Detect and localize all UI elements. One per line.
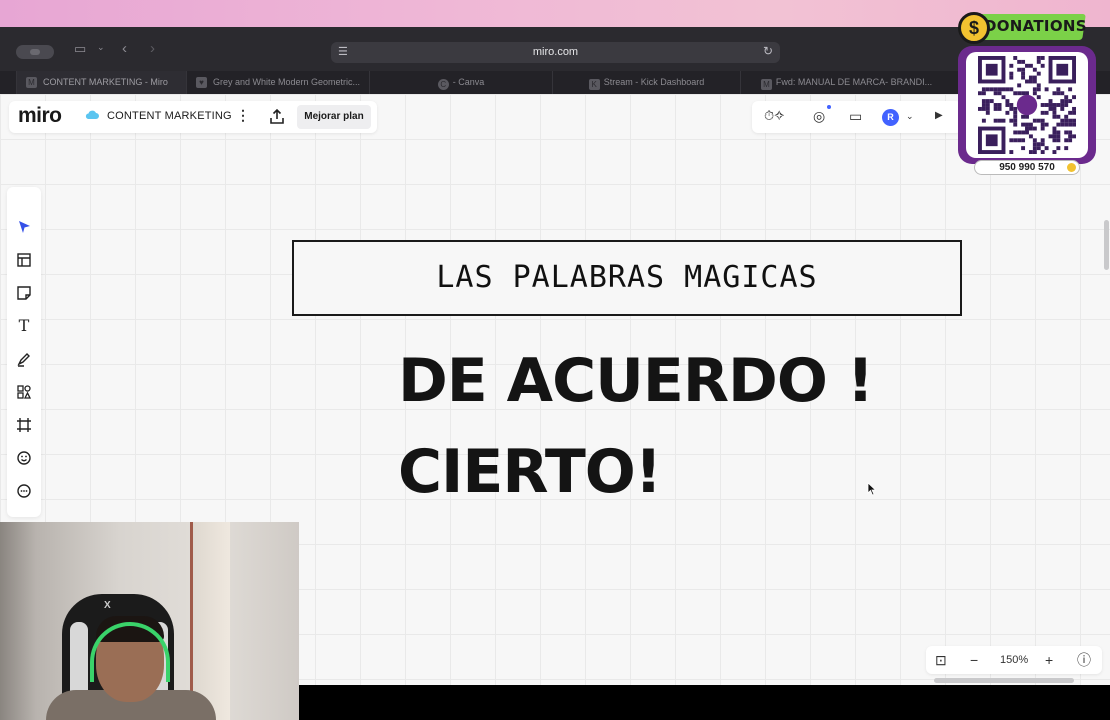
pen-tool[interactable] bbox=[7, 348, 41, 370]
qr-frame bbox=[958, 46, 1096, 164]
canva-favicon-icon: C bbox=[437, 79, 449, 90]
tab-label: Stream - Kick Dashboard bbox=[603, 77, 705, 87]
coin-dot-icon bbox=[1067, 163, 1076, 172]
qr-code bbox=[966, 52, 1088, 158]
tab-label: Fwd: MANUAL DE MARCA- BRANDI... bbox=[775, 77, 933, 87]
cursor-arrow-icon bbox=[19, 221, 30, 233]
zoom-level[interactable]: 150% bbox=[1000, 651, 1028, 669]
donations-label: DONATIONS bbox=[984, 17, 1087, 35]
sticker-icon bbox=[17, 451, 31, 465]
tab-canva-design[interactable]: ♥ Grey and White Modern Geometric... bbox=[186, 71, 369, 94]
zoom-controls: ⊡ − 150% + ⓘ bbox=[926, 646, 1102, 674]
board-header: miro CONTENT MARKETING ⋮ Mejorar plan bbox=[9, 101, 377, 133]
sidebar-toggle-icon[interactable]: ▭ bbox=[74, 41, 86, 57]
upgrade-plan-button[interactable]: Mejorar plan bbox=[297, 105, 371, 129]
tools-toolbar: T bbox=[7, 187, 41, 517]
notification-dot bbox=[827, 105, 831, 109]
collaboration-toolbar: ⏱✧ ◎ ▭ R ⌄ ▶ bbox=[752, 101, 962, 133]
text-line-2[interactable]: CIERTO! bbox=[398, 437, 662, 507]
miro-favicon-icon: M bbox=[26, 77, 37, 88]
menu-bar bbox=[0, 0, 1110, 27]
shapes-icon bbox=[17, 385, 32, 399]
donation-phone: 950 990 570 bbox=[974, 160, 1080, 175]
tab-gmail[interactable]: M Fwd: MANUAL DE MARCA- BRANDI... bbox=[740, 71, 952, 94]
present-icon[interactable]: ▶ bbox=[935, 110, 943, 121]
pen-icon bbox=[17, 353, 30, 367]
board-name[interactable]: CONTENT MARKETING bbox=[107, 110, 232, 122]
tab-miro[interactable]: M CONTENT MARKETING - Miro bbox=[16, 71, 186, 94]
export-icon[interactable] bbox=[268, 108, 286, 126]
browser-chrome: ▭ ⌄ ‹ › ☰ miro.com ↻ M CONTENT MARKETING… bbox=[0, 27, 1110, 94]
browser-toolbar: ▭ ⌄ ‹ › ☰ miro.com ↻ bbox=[0, 27, 1110, 71]
tab-bar: M CONTENT MARKETING - Miro ♥ Grey and Wh… bbox=[0, 71, 1110, 94]
url-text: miro.com bbox=[532, 46, 579, 58]
video-call-icon[interactable]: ▭ bbox=[849, 108, 862, 125]
select-tool[interactable] bbox=[7, 216, 41, 238]
chair-logo: X bbox=[104, 600, 111, 611]
title-frame[interactable]: LAS PALABRAS MAGICAS bbox=[292, 240, 962, 316]
kick-favicon-icon: K bbox=[588, 79, 600, 90]
webcam-feed: X bbox=[0, 522, 299, 720]
frame-title[interactable]: LAS PALABRAS MAGICAS bbox=[294, 242, 960, 314]
tab-label: - Canva bbox=[452, 77, 485, 87]
help-icon[interactable]: ⓘ bbox=[1077, 650, 1091, 670]
donations-overlay: DONATIONS $ 950 990 570 bbox=[956, 10, 1106, 182]
tab-canva[interactable]: C- Canva bbox=[369, 71, 552, 94]
miro-logo[interactable]: miro bbox=[18, 104, 62, 128]
text-line-1[interactable]: DE ACUERDO ! bbox=[398, 346, 874, 416]
frame-icon bbox=[17, 418, 31, 432]
sticky-note-icon bbox=[17, 286, 31, 300]
shapes-tool[interactable] bbox=[7, 381, 41, 403]
templates-tool[interactable] bbox=[7, 249, 41, 271]
tab-label: Grey and White Modern Geometric... bbox=[213, 77, 361, 87]
chat-icon[interactable]: ◎ bbox=[813, 108, 825, 125]
tab-kick[interactable]: K Stream - Kick Dashboard bbox=[552, 71, 740, 94]
templates-icon bbox=[17, 253, 31, 267]
frame-tool[interactable] bbox=[7, 414, 41, 436]
qr-code-icon bbox=[978, 56, 1076, 154]
comment-icon bbox=[17, 484, 31, 498]
sticky-note-tool[interactable] bbox=[7, 282, 41, 304]
text-icon: T bbox=[18, 316, 30, 335]
tab-label: CONTENT MARKETING - Miro bbox=[43, 77, 168, 87]
gmail-favicon-icon: M bbox=[760, 79, 772, 90]
vertical-scrollbar[interactable] bbox=[1104, 220, 1109, 270]
back-icon[interactable]: ‹ bbox=[122, 40, 127, 57]
text-tool[interactable]: T bbox=[7, 315, 41, 337]
fit-to-screen-icon[interactable]: ⊡ bbox=[935, 650, 947, 670]
zoom-out-button[interactable]: − bbox=[970, 650, 978, 670]
comment-tool[interactable] bbox=[7, 480, 41, 502]
forward-icon[interactable]: › bbox=[150, 40, 155, 57]
user-avatar[interactable]: R bbox=[882, 109, 899, 126]
reactions-icon[interactable]: ⏱✧ bbox=[764, 108, 784, 124]
window-controls[interactable] bbox=[16, 45, 54, 59]
reload-icon[interactable]: ↻ bbox=[763, 44, 773, 58]
more-options-icon[interactable]: ⋮ bbox=[236, 107, 250, 124]
address-bar[interactable]: ☰ miro.com ↻ bbox=[331, 42, 780, 63]
cloud-icon bbox=[85, 110, 99, 119]
horizontal-scrollbar[interactable] bbox=[934, 678, 1074, 683]
phone-number: 950 990 570 bbox=[999, 162, 1055, 173]
mouse-cursor-icon bbox=[867, 482, 877, 496]
chevron-down-icon[interactable]: ⌄ bbox=[97, 42, 105, 53]
zoom-in-button[interactable]: + bbox=[1045, 650, 1053, 670]
stickers-tool[interactable] bbox=[7, 447, 41, 469]
dollar-coin-icon: $ bbox=[958, 12, 990, 44]
chevron-down-icon[interactable]: ⌄ bbox=[906, 111, 914, 122]
heart-favicon-icon: ♥ bbox=[196, 77, 207, 88]
webcam-door bbox=[190, 522, 230, 720]
